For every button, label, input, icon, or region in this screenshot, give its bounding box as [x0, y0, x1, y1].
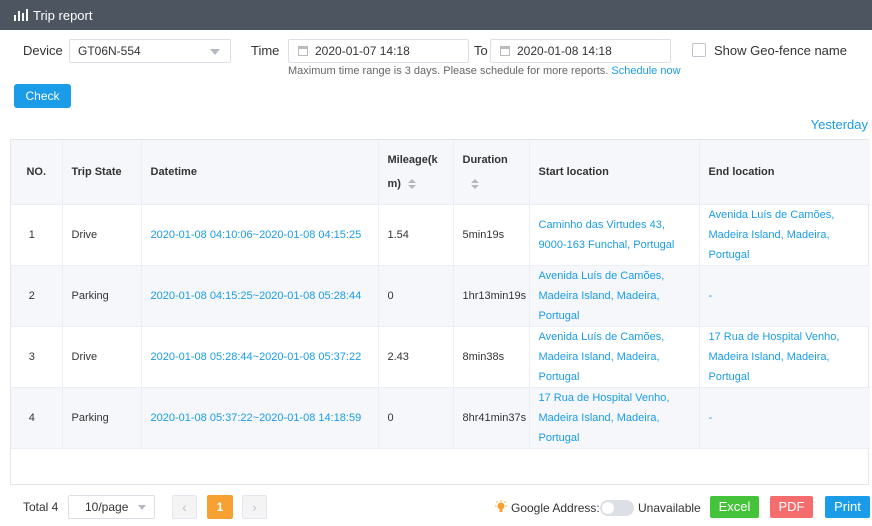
hint-text: Maximum time range is 3 days. Please sch… [288, 65, 609, 77]
from-date-value: 2020-01-07 14:18 [315, 44, 410, 58]
cell-duration: 5min19s [453, 204, 530, 266]
time-label: Time [251, 43, 280, 58]
device-value: GT06N-554 [78, 44, 141, 58]
page-size-select[interactable]: 10/page [68, 495, 155, 519]
cell-mileage: 2.43 [378, 326, 454, 388]
cell-end-location[interactable]: Avenida Luís de Camões, Madeira Island, … [699, 204, 870, 266]
cell-duration: 1hr13min19s [453, 265, 530, 327]
table-row: 2 Parking 2020-01-08 04:15:25~2020-01-08… [11, 265, 870, 327]
col-mileage-label-1: Mileage(k [387, 153, 438, 166]
col-mileage-label-2: m) [387, 177, 401, 190]
cell-datetime[interactable]: 2020-01-08 05:37:22~2020-01-08 14:18:59 [141, 387, 379, 449]
col-no: NO. [11, 140, 63, 205]
cell-mileage: 0 [378, 265, 454, 327]
lightbulb-icon [495, 500, 507, 512]
sort-icon[interactable] [470, 178, 479, 189]
cell-duration: 8hr41min37s [453, 387, 530, 449]
geofence-checkbox[interactable] [692, 43, 706, 57]
cell-mileage: 1.54 [378, 204, 454, 266]
schedule-link[interactable]: Schedule now [611, 65, 680, 77]
to-date-value: 2020-01-08 14:18 [517, 44, 612, 58]
google-address-label: Google Address: [511, 501, 600, 515]
from-date-input[interactable]: 2020-01-07 14:18 [288, 39, 469, 63]
bar-chart-icon [14, 9, 28, 21]
cell-duration: 8min38s [453, 326, 530, 388]
pdf-button[interactable]: PDF [770, 496, 813, 518]
geofence-label: Show Geo-fence name [714, 43, 847, 58]
to-date-input[interactable]: 2020-01-08 14:18 [490, 39, 671, 63]
table-row: 1 Drive 2020-01-08 04:10:06~2020-01-08 0… [11, 204, 870, 266]
google-address-toggle[interactable] [600, 500, 634, 516]
sort-icon[interactable] [408, 178, 417, 189]
col-duration-label: Duration [462, 153, 508, 166]
page-size-value: 10/page [85, 500, 129, 514]
trip-table: NO. Trip State Datetime Mileage(k m) Dur… [10, 139, 870, 485]
check-button[interactable]: Check [14, 84, 71, 108]
cell-no: 2 [11, 265, 63, 327]
cell-no: 4 [11, 387, 63, 449]
chevron-down-icon [210, 49, 220, 55]
col-duration[interactable]: Duration [453, 140, 530, 205]
next-page-button[interactable]: › [242, 495, 267, 519]
col-trip-state: Trip State [62, 140, 142, 205]
yesterday-link[interactable]: Yesterday [811, 117, 868, 132]
cell-trip-state: Drive [62, 204, 142, 266]
cell-trip-state: Parking [62, 387, 142, 449]
cell-datetime[interactable]: 2020-01-08 04:10:06~2020-01-08 04:15:25 [141, 204, 379, 266]
page-1-button[interactable]: 1 [207, 495, 233, 519]
cell-start-location[interactable]: Caminho das Virtudes 43, 9000-163 Funcha… [529, 204, 700, 266]
to-label: To [474, 43, 488, 58]
cell-start-location[interactable]: 17 Rua de Hospital Venho, Madeira Island… [529, 387, 700, 449]
print-button[interactable]: Print [825, 496, 870, 518]
col-mileage[interactable]: Mileage(k m) [378, 140, 454, 205]
table-row: 3 Drive 2020-01-08 05:28:44~2020-01-08 0… [11, 326, 870, 388]
cell-start-location[interactable]: Avenida Luís de Camões, Madeira Island, … [529, 326, 700, 388]
page-title: Trip report [33, 7, 93, 23]
cell-end-location[interactable]: - [699, 265, 870, 327]
cell-mileage: 0 [378, 387, 454, 449]
cell-trip-state: Parking [62, 265, 142, 327]
cell-no: 3 [11, 326, 63, 388]
cell-start-location[interactable]: Avenida Luís de Camões, Madeira Island, … [529, 265, 700, 327]
col-datetime: Datetime [141, 140, 379, 205]
cell-end-location[interactable]: 17 Rua de Hospital Venho, Madeira Island… [699, 326, 870, 388]
calendar-icon [298, 46, 308, 56]
time-range-hint: Maximum time range is 3 days. Please sch… [288, 65, 681, 77]
excel-button[interactable]: Excel [710, 496, 759, 518]
col-start-location: Start location [529, 140, 700, 205]
cell-datetime[interactable]: 2020-01-08 04:15:25~2020-01-08 05:28:44 [141, 265, 379, 327]
table-header: NO. Trip State Datetime Mileage(k m) Dur… [11, 140, 870, 205]
cell-no: 1 [11, 204, 63, 266]
device-label: Device [23, 43, 63, 58]
table-row: 4 Parking 2020-01-08 05:37:22~2020-01-08… [11, 387, 870, 449]
unavailable-label: Unavailable [638, 501, 701, 515]
device-select[interactable]: GT06N-554 [69, 39, 231, 63]
total-count: Total 4 [23, 500, 59, 514]
title-bar: Trip report [0, 0, 872, 30]
col-end-location: End location [699, 140, 870, 205]
cell-end-location[interactable]: - [699, 387, 870, 449]
chevron-down-icon [138, 505, 146, 510]
cell-datetime[interactable]: 2020-01-08 05:28:44~2020-01-08 05:37:22 [141, 326, 379, 388]
prev-page-button[interactable]: ‹ [172, 495, 197, 519]
cell-trip-state: Drive [62, 326, 142, 388]
calendar-icon [500, 46, 510, 56]
